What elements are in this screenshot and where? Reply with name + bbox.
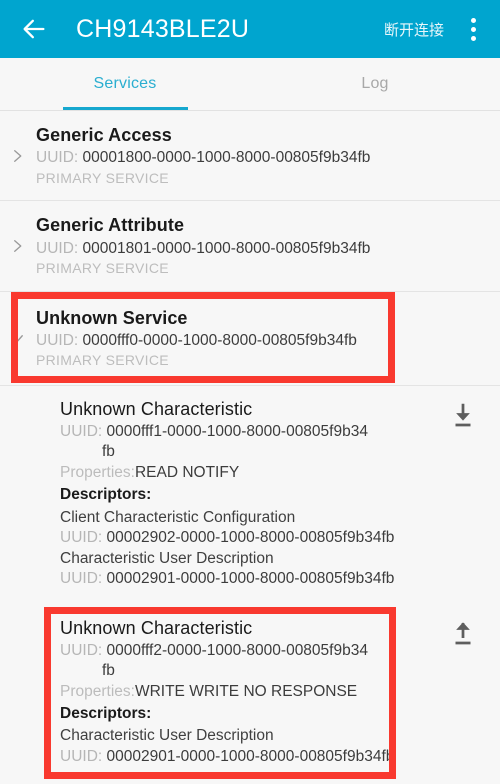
chevron-right-icon: [8, 147, 26, 165]
service-uuid: UUID: 00001800-0000-1000-8000-00805f9b34…: [36, 147, 486, 168]
tab-log[interactable]: Log: [250, 58, 500, 110]
characteristic-row-read-notify[interactable]: Unknown Characteristic UUID: 0000fff1-00…: [0, 385, 500, 598]
uuid-value-line1: 0000fff2-0000-1000-8000-00805f9b34: [106, 641, 368, 659]
descriptor-item: Characteristic User Description UUID: 00…: [60, 725, 444, 767]
descriptor-name: Client Characteristic Configuration: [60, 508, 296, 526]
uuid-value-line2: fb: [102, 443, 115, 461]
uuid-label: UUID:: [36, 149, 79, 167]
descriptors-heading: Descriptors:: [60, 705, 152, 723]
ble-service-browser-screen: CH9143BLE2U 断开连接 Services Log Generic Ac…: [0, 0, 500, 784]
uuid-value: 00002901-0000-1000-8000-00805f9b34fb: [106, 570, 395, 588]
characteristic-name: Unknown Characteristic: [60, 617, 253, 638]
characteristic-name: Unknown Characteristic: [60, 398, 253, 419]
properties-label: Properties:: [60, 463, 135, 481]
service-row-unknown-service[interactable]: Unknown Service UUID: 0000fff0-0000-1000…: [0, 291, 500, 386]
service-row-generic-access[interactable]: Generic Access UUID: 00001800-0000-1000-…: [0, 111, 500, 202]
descriptors-heading: Descriptors:: [60, 486, 152, 504]
descriptor-item: Characteristic User Description UUID: 00…: [60, 548, 444, 590]
uuid-value: 00001800-0000-1000-8000-00805f9b34fb: [82, 149, 371, 167]
characteristic-uuid: UUID: 0000fff2-0000-1000-8000-00805f9b34…: [60, 641, 444, 682]
properties-label: Properties:: [60, 682, 135, 700]
service-type: PRIMARY SERVICE: [36, 352, 169, 369]
service-row-generic-attribute[interactable]: Generic Attribute UUID: 00001801-0000-10…: [0, 201, 500, 292]
uuid-value: 00002901-0000-1000-8000-00805f9b34fb: [106, 747, 395, 765]
tab-services-label: Services: [93, 75, 157, 92]
disconnect-button[interactable]: 断开连接: [384, 19, 444, 40]
characteristic-row-write[interactable]: Unknown Characteristic UUID: 0000fff2-00…: [0, 597, 500, 775]
properties-value: READ NOTIFY: [134, 463, 240, 481]
uuid-value: 00002902-0000-1000-8000-00805f9b34fb: [106, 528, 395, 546]
uuid-value: 00001801-0000-1000-8000-00805f9b34fb: [82, 239, 371, 257]
descriptor-uuid: UUID: 00002901-0000-1000-8000-00805f9b34…: [60, 569, 444, 589]
service-type: PRIMARY SERVICE: [36, 169, 169, 186]
chevron-right-icon: [8, 237, 26, 255]
characteristic-properties: Properties:WRITE WRITE NO RESPONSE: [60, 682, 444, 702]
arrow-left-icon: [20, 15, 48, 43]
properties-value: WRITE WRITE NO RESPONSE: [134, 682, 358, 700]
download-icon[interactable]: [448, 400, 478, 430]
service-name: Unknown Service: [36, 307, 188, 328]
service-name: Generic Access: [36, 125, 172, 145]
app-bar: CH9143BLE2U 断开连接: [0, 0, 500, 58]
uuid-label: UUID:: [36, 239, 79, 257]
characteristic-properties: Properties:READ NOTIFY: [60, 463, 444, 483]
back-button[interactable]: [14, 9, 54, 49]
descriptor-uuid: UUID: 00002902-0000-1000-8000-00805f9b34…: [60, 528, 444, 548]
page-title: CH9143BLE2U: [76, 14, 250, 43]
descriptor-name: Characteristic User Description: [60, 550, 274, 568]
uuid-label: UUID:: [60, 747, 103, 765]
uuid-label: UUID:: [60, 570, 103, 588]
uuid-label: UUID:: [60, 641, 103, 659]
descriptor-uuid: UUID: 00002901-0000-1000-8000-00805f9b34…: [60, 747, 444, 767]
tab-services[interactable]: Services: [0, 58, 250, 110]
uuid-value-line1: 0000fff1-0000-1000-8000-00805f9b34: [106, 422, 368, 440]
service-uuid: UUID: 00001801-0000-1000-8000-00805f9b34…: [36, 238, 486, 259]
uuid-value: 0000fff0-0000-1000-8000-00805f9b34fb: [82, 331, 357, 349]
service-name: Generic Attribute: [36, 215, 185, 236]
uuid-label: UUID:: [60, 528, 103, 546]
descriptor-item: Client Characteristic Configuration UUID…: [60, 507, 444, 549]
tab-bar: Services Log: [0, 58, 500, 111]
descriptor-name: Characteristic User Description: [60, 727, 274, 745]
service-type: PRIMARY SERVICE: [36, 259, 169, 276]
uuid-value-line2: fb: [102, 662, 115, 680]
service-uuid: UUID: 0000fff0-0000-1000-8000-00805f9b34…: [36, 330, 486, 351]
chevron-down-icon: [8, 329, 26, 347]
overflow-menu-button[interactable]: [460, 9, 486, 49]
upload-icon[interactable]: [448, 618, 478, 648]
services-list: Generic Access UUID: 00001800-0000-1000-…: [0, 111, 500, 775]
characteristic-uuid: UUID: 0000fff1-0000-1000-8000-00805f9b34…: [60, 422, 444, 463]
tab-active-indicator: [62, 107, 188, 110]
uuid-label: UUID:: [36, 331, 79, 349]
uuid-label: UUID:: [60, 422, 103, 440]
tab-log-label: Log: [361, 75, 389, 92]
